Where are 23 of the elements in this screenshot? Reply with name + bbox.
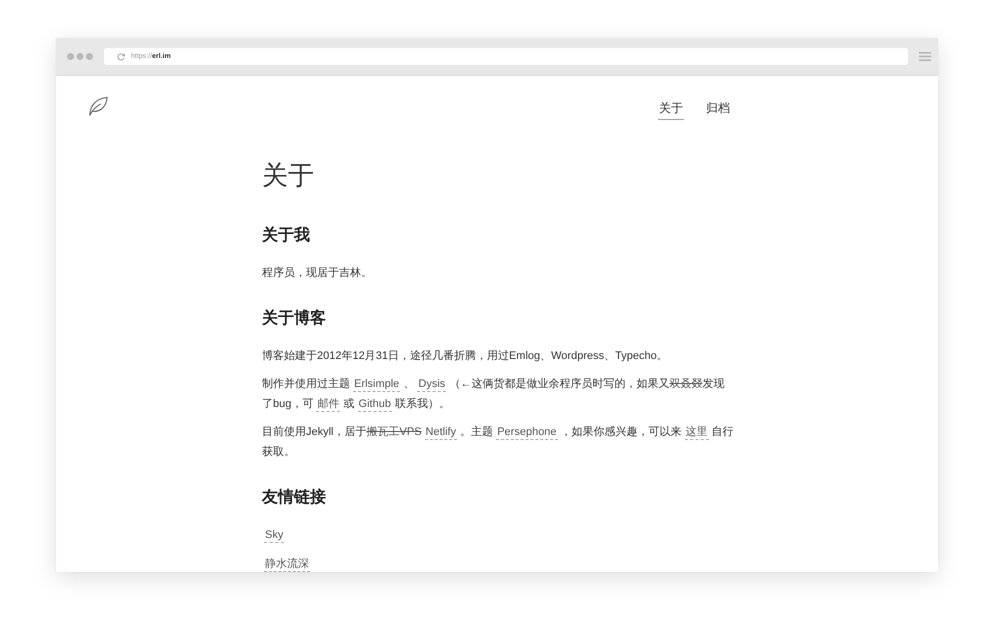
section-heading: 友情链接 — [262, 487, 327, 508]
link[interactable]: Github — [358, 398, 392, 412]
friend-link[interactable]: Sky — [264, 529, 284, 543]
link[interactable]: 这里 — [684, 426, 709, 440]
link[interactable]: Persephone — [496, 426, 558, 440]
menu-icon[interactable] — [919, 52, 931, 61]
link[interactable]: Erlsimple — [353, 378, 400, 392]
page-title: 关于 — [262, 159, 315, 192]
link[interactable]: 邮件 — [316, 398, 340, 412]
paragraph: 制作并使用过主题 Erlsimple 、 Dysis （←这俩货都是做业余程序员时写的，如果又双叒叕发现了bug，可 邮件 或 Github 联系我）。 — [262, 376, 726, 414]
leaf-icon[interactable] — [88, 96, 108, 116]
paragraph: 博客始建于2012年12月31日，途径几番折腾，用过Emlog、Wordpress、Typecho。 — [262, 348, 669, 364]
window-dots-icon — [67, 53, 93, 60]
link[interactable]: Netlify — [424, 426, 458, 440]
reload-icon[interactable] — [117, 52, 125, 60]
friend-link[interactable]: 静水流深 — [264, 558, 310, 572]
nav-link[interactable]: 归档 — [705, 99, 731, 120]
link[interactable]: Dysis — [417, 378, 446, 392]
paragraph: 程序员，现居于吉林。 — [262, 266, 373, 281]
section-heading: 关于博客 — [262, 308, 327, 329]
section-heading: 关于我 — [262, 225, 311, 246]
nav-link[interactable]: 关于 — [658, 99, 684, 120]
paragraph: 目前使用Jekyll，居于搬瓦工VPS Netlify 。主题 Persephone ，如果你感兴趣，可以来 这里 自行获取。 — [262, 424, 735, 460]
